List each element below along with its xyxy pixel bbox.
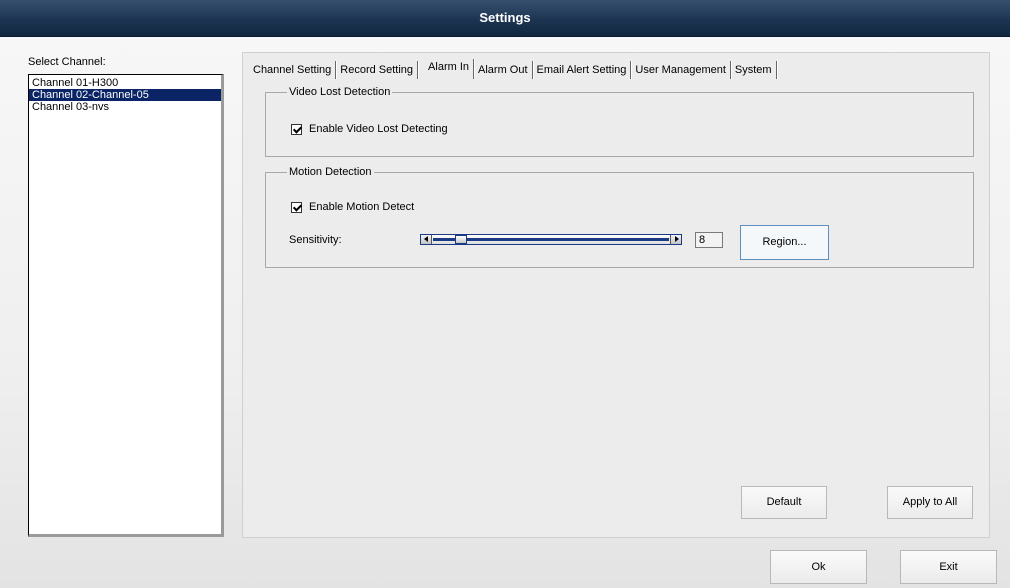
motion-detection-legend: Motion Detection [289,166,372,178]
ok-button[interactable]: Ok [770,550,867,584]
window-title: Settings [479,10,531,25]
tab-channel-setting[interactable]: Channel Setting [249,61,338,79]
enable-motion-detect-label: Enable Motion Detect [309,201,415,213]
channel-item-3[interactable]: Channel 03-nvs [29,101,221,113]
video-lost-detection-legend: Video Lost Detection [289,86,391,98]
sensitivity-slider[interactable] [420,234,682,245]
title-bar: Settings [0,0,1010,37]
video-lost-detection-group: Video Lost Detection [265,86,974,157]
enable-video-lost-label: Enable Video Lost Detecting [309,123,448,135]
channel-item-2[interactable]: Channel 02-Channel-05 [29,89,221,101]
slider-thumb[interactable] [455,235,468,244]
apply-to-all-button[interactable]: Apply to All [887,486,973,519]
tab-alarm-out[interactable]: Alarm Out [474,61,534,79]
settings-tabs: Channel Setting Record Setting Alarm In … [249,59,778,79]
sensitivity-value-field[interactable]: 8 [695,232,723,248]
enable-video-lost-row[interactable]: Enable Video Lost Detecting [291,123,448,135]
enable-motion-detect-checkbox[interactable] [291,201,302,213]
channel-list[interactable]: Channel 01-H300 Channel 02-Channel-05 Ch… [28,74,224,537]
region-button[interactable]: Region... [740,225,829,260]
slider-right-arrow-icon[interactable] [670,235,681,244]
tab-user-management[interactable]: User Management [631,61,732,79]
sensitivity-label: Sensitivity: [289,234,342,246]
slider-track[interactable] [433,238,669,241]
tab-record-setting[interactable]: Record Setting [336,61,419,79]
channel-item-1[interactable]: Channel 01-H300 [29,77,221,89]
enable-motion-detect-row[interactable]: Enable Motion Detect [291,201,414,213]
tab-system[interactable]: System [731,61,778,79]
tab-email-alert-setting[interactable]: Email Alert Setting [533,61,633,79]
select-channel-label: Select Channel: [28,56,106,68]
slider-left-arrow-icon[interactable] [421,235,432,244]
exit-button[interactable]: Exit [900,550,997,584]
tab-alarm-in[interactable]: Alarm In [418,59,475,79]
motion-detection-group: Motion Detection [265,166,974,268]
default-button[interactable]: Default [741,486,827,519]
enable-video-lost-checkbox[interactable] [291,123,302,135]
